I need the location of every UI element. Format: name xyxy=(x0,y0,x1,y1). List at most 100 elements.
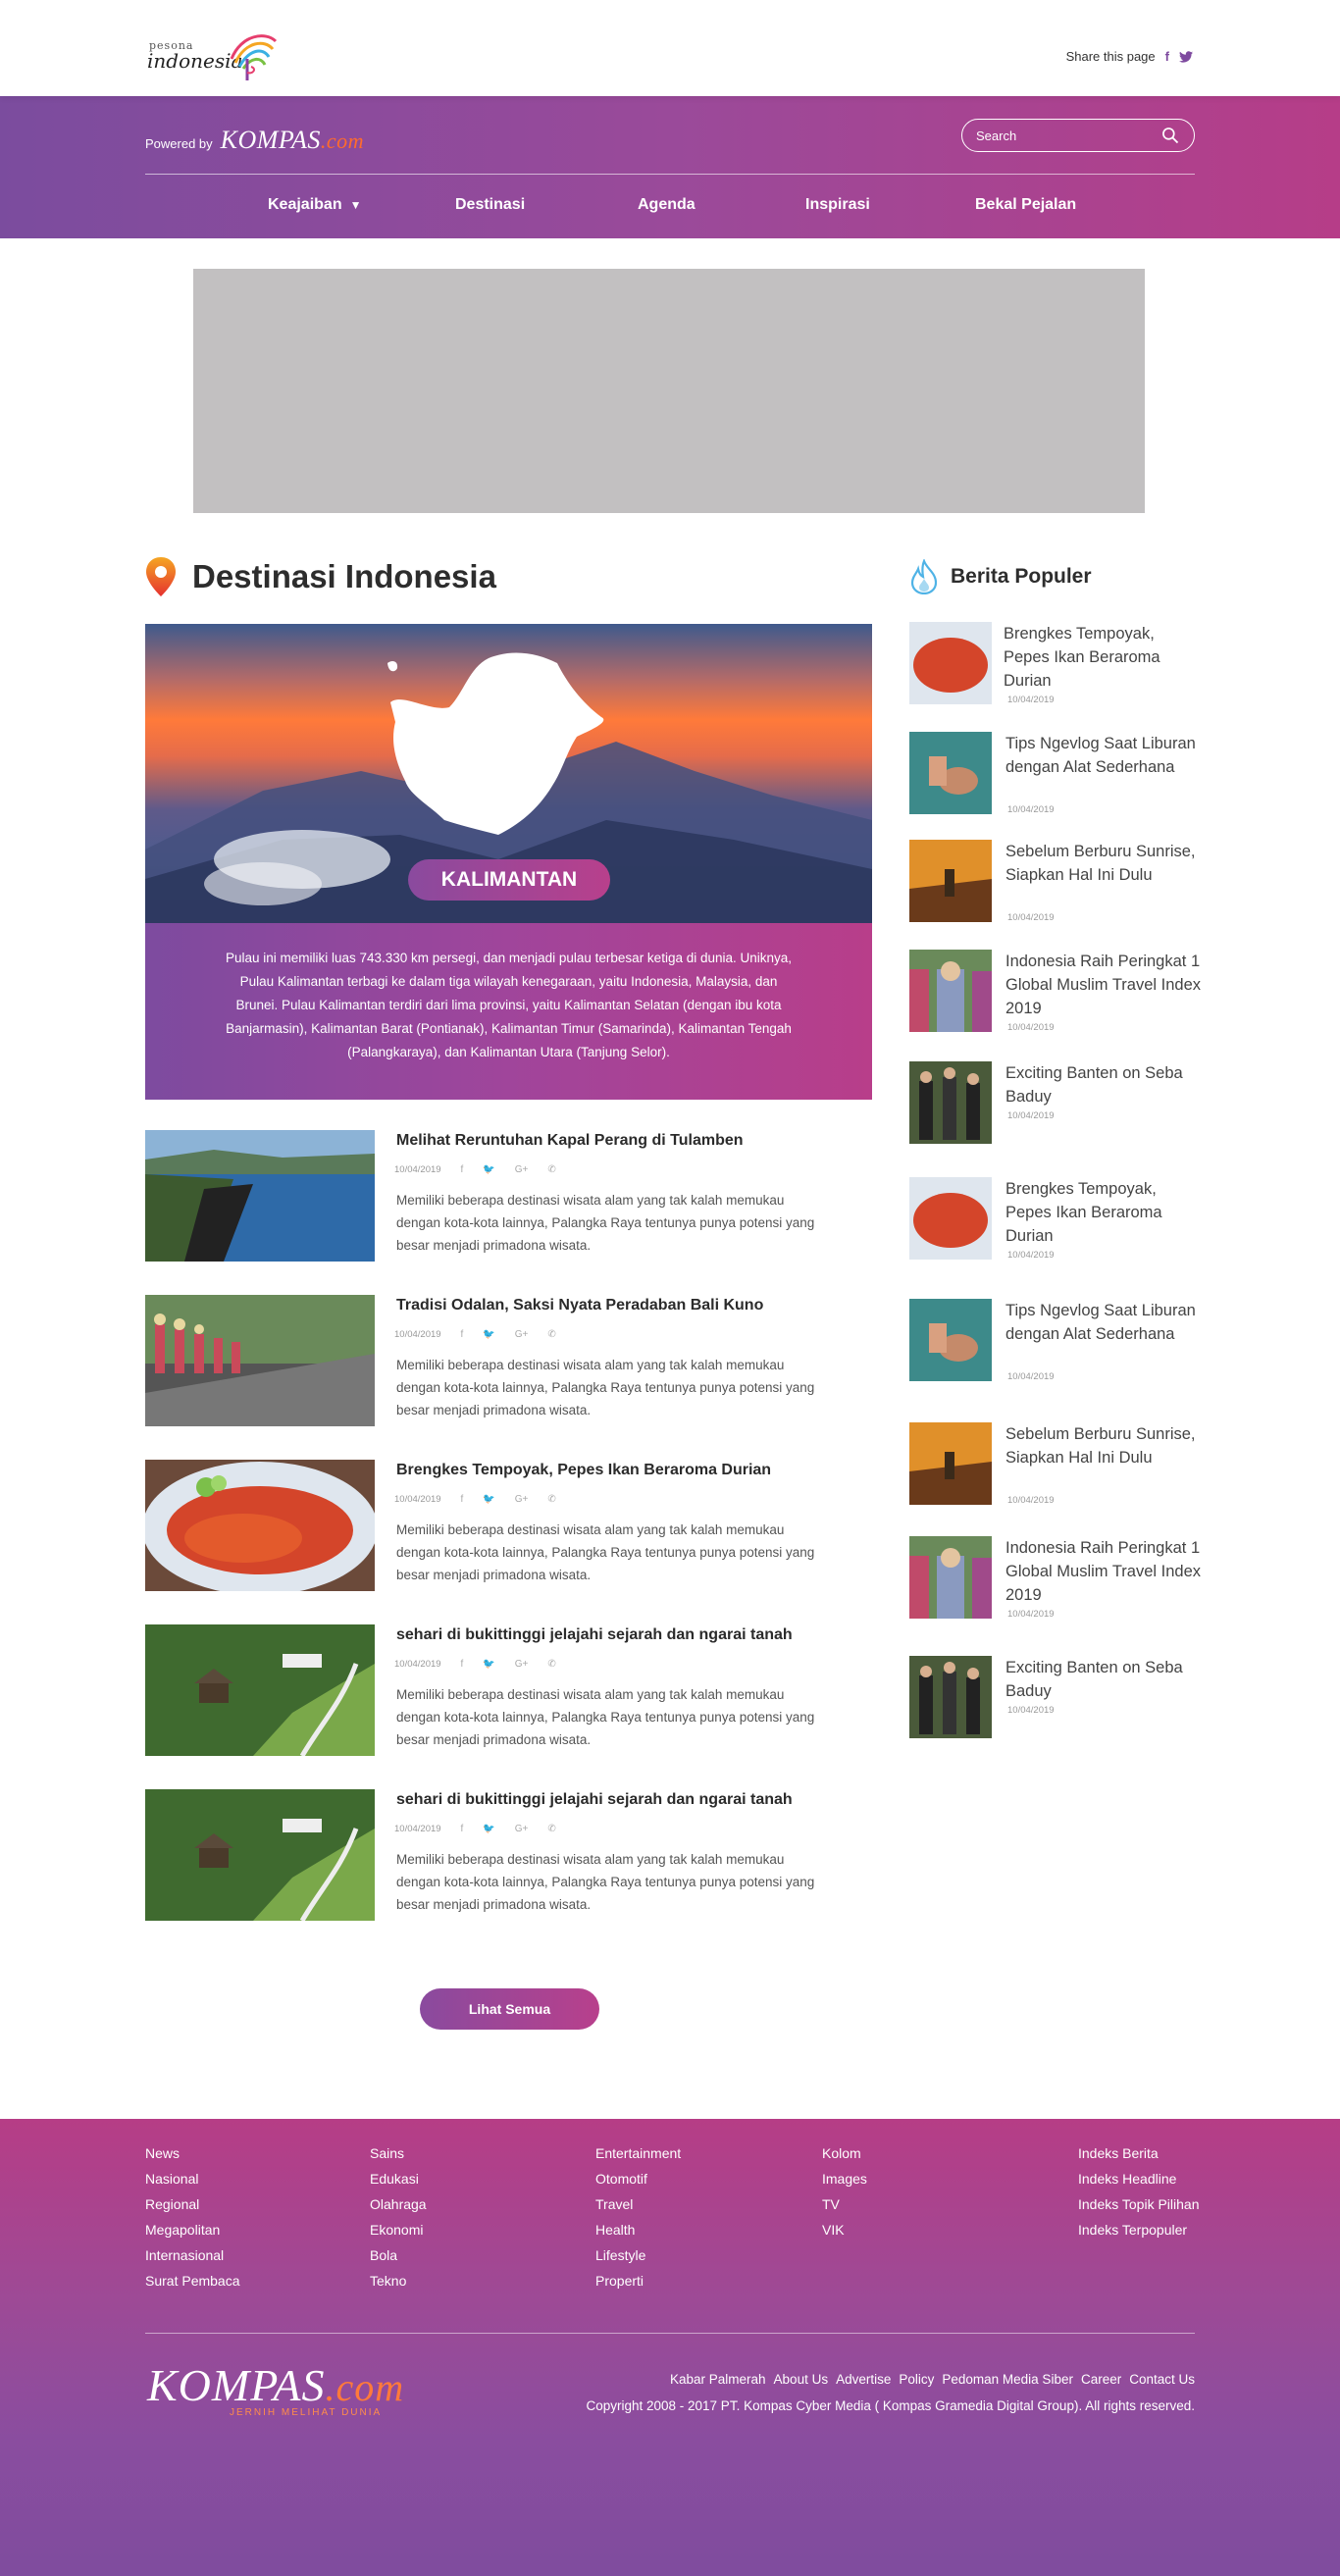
popular-item-title[interactable]: Exciting Banten on Seba Baduy xyxy=(1005,1061,1202,1108)
search-input[interactable] xyxy=(976,128,1160,143)
nav-destinasi[interactable]: Destinasi xyxy=(455,196,525,214)
ad-banner-placeholder[interactable] xyxy=(193,269,1145,513)
popular-thumbnail[interactable] xyxy=(909,1177,992,1260)
twitter-icon[interactable]: 🐦 xyxy=(483,1824,494,1834)
nav-keajaiban[interactable]: Keajaiban ▼ xyxy=(268,196,361,214)
article-thumbnail[interactable] xyxy=(145,1789,375,1921)
footer-link[interactable]: Health xyxy=(595,2217,681,2242)
footer-link[interactable]: Images xyxy=(822,2166,867,2191)
footer-link-kabar-palmerah[interactable]: Kabar Palmerah xyxy=(670,2372,766,2387)
popular-thumbnail[interactable] xyxy=(909,1299,992,1381)
twitter-icon[interactable]: 🐦 xyxy=(483,1494,494,1505)
nav-inspirasi[interactable]: Inspirasi xyxy=(805,196,870,214)
article-thumbnail[interactable] xyxy=(145,1460,375,1591)
facebook-icon[interactable]: f xyxy=(461,1824,464,1834)
twitter-icon[interactable]: 🐦 xyxy=(483,1164,494,1175)
popular-thumbnail[interactable] xyxy=(909,950,992,1032)
footer-link[interactable]: Surat Pembaca xyxy=(145,2268,240,2293)
article-thumbnail[interactable] xyxy=(145,1295,375,1426)
footer-link[interactable]: Regional xyxy=(145,2191,240,2217)
article-title[interactable]: Tradisi Odalan, Saksi Nyata Peradaban Ba… xyxy=(396,1297,763,1314)
footer-link[interactable]: Internasional xyxy=(145,2242,240,2268)
article-thumbnail[interactable] xyxy=(145,1624,375,1756)
google-plus-icon[interactable]: G+ xyxy=(515,1494,529,1505)
article-title[interactable]: sehari di bukittinggi jelajahi sejarah d… xyxy=(396,1791,793,1809)
footer-link-contact-us[interactable]: Contact Us xyxy=(1129,2372,1195,2387)
popular-item-title[interactable]: Sebelum Berburu Sunrise, Siapkan Hal Ini… xyxy=(1005,840,1202,887)
google-plus-icon[interactable]: G+ xyxy=(515,1329,529,1340)
footer-link[interactable]: Nasional xyxy=(145,2166,240,2191)
lihat-semua-button[interactable]: Lihat Semua xyxy=(420,1988,599,2030)
footer-link[interactable]: Otomotif xyxy=(595,2166,681,2191)
footer-link[interactable]: Bola xyxy=(370,2242,427,2268)
search-icon[interactable] xyxy=(1160,126,1180,145)
footer-link[interactable]: Kolom xyxy=(822,2140,867,2166)
footer-link[interactable]: TV xyxy=(822,2191,867,2217)
hero-kalimantan[interactable]: KALIMANTAN xyxy=(145,624,872,923)
popular-item-title[interactable]: Tips Ngevlog Saat Liburan dengan Alat Se… xyxy=(1005,732,1202,779)
article-title[interactable]: Melihat Reruntuhan Kapal Perang di Tulam… xyxy=(396,1132,744,1150)
google-plus-icon[interactable]: G+ xyxy=(515,1824,529,1834)
footer-link[interactable]: News xyxy=(145,2140,240,2166)
popular-item-title[interactable]: Tips Ngevlog Saat Liburan dengan Alat Se… xyxy=(1005,1299,1202,1346)
footer-link[interactable]: Edukasi xyxy=(370,2166,427,2191)
nav-agenda[interactable]: Agenda xyxy=(638,196,696,214)
popular-item-title[interactable]: Exciting Banten on Seba Baduy xyxy=(1005,1656,1202,1703)
pesona-indonesia-logo[interactable]: pesona indonesia xyxy=(145,27,283,86)
footer-link-policy[interactable]: Policy xyxy=(899,2372,934,2387)
facebook-icon[interactable]: f xyxy=(461,1329,464,1340)
whatsapp-icon[interactable]: ✆ xyxy=(547,1824,555,1834)
whatsapp-icon[interactable]: ✆ xyxy=(547,1659,555,1670)
popular-item-title[interactable]: Brengkes Tempoyak, Pepes Ikan Beraroma D… xyxy=(1004,622,1200,693)
article-thumbnail[interactable] xyxy=(145,1130,375,1262)
footer-link[interactable]: Travel xyxy=(595,2191,681,2217)
twitter-icon[interactable]: 🐦 xyxy=(483,1659,494,1670)
popular-thumbnail[interactable] xyxy=(909,1656,992,1738)
footer-link[interactable]: Indeks Headline xyxy=(1078,2166,1199,2191)
facebook-icon[interactable]: f xyxy=(461,1494,464,1505)
nav-bekal-pejalan[interactable]: Bekal Pejalan xyxy=(975,196,1076,214)
popular-thumbnail[interactable] xyxy=(909,1061,992,1144)
footer-link[interactable]: Entertainment xyxy=(595,2140,681,2166)
article-item[interactable]: Tradisi Odalan, Saksi Nyata Peradaban Ba… xyxy=(145,1295,872,1460)
footer-link[interactable]: VIK xyxy=(822,2217,867,2242)
popular-thumbnail[interactable] xyxy=(909,1422,992,1505)
powered-by-kompas[interactable]: Powered by KOMPAS.com xyxy=(145,126,364,155)
popular-thumbnail[interactable] xyxy=(909,622,992,704)
footer-link[interactable]: Sains xyxy=(370,2140,427,2166)
footer-link[interactable]: Properti xyxy=(595,2268,681,2293)
facebook-icon[interactable]: f xyxy=(461,1659,464,1670)
twitter-icon[interactable]: 🐦 xyxy=(483,1329,494,1340)
footer-link[interactable]: Indeks Topik Pilihan xyxy=(1078,2191,1199,2217)
popular-item-title[interactable]: Sebelum Berburu Sunrise, Siapkan Hal Ini… xyxy=(1005,1422,1202,1469)
footer-link-pedoman[interactable]: Pedoman Media Siber xyxy=(942,2372,1073,2387)
article-title[interactable]: sehari di bukittinggi jelajahi sejarah d… xyxy=(396,1626,793,1644)
facebook-icon[interactable]: f xyxy=(461,1164,464,1175)
popular-item-title[interactable]: Brengkes Tempoyak, Pepes Ikan Beraroma D… xyxy=(1005,1177,1202,1248)
whatsapp-icon[interactable]: ✆ xyxy=(547,1329,555,1340)
footer-link[interactable]: Olahraga xyxy=(370,2191,427,2217)
article-item[interactable]: Melihat Reruntuhan Kapal Perang di Tulam… xyxy=(145,1130,872,1295)
whatsapp-icon[interactable]: ✆ xyxy=(547,1164,555,1175)
popular-thumbnail[interactable] xyxy=(909,1536,992,1619)
article-item[interactable]: sehari di bukittinggi jelajahi sejarah d… xyxy=(145,1789,872,1954)
google-plus-icon[interactable]: G+ xyxy=(515,1164,529,1175)
popular-item-title[interactable]: Indonesia Raih Peringkat 1 Global Muslim… xyxy=(1005,1536,1202,1607)
whatsapp-icon[interactable]: ✆ xyxy=(547,1494,555,1505)
twitter-icon[interactable] xyxy=(1179,50,1193,63)
footer-link[interactable]: Lifestyle xyxy=(595,2242,681,2268)
footer-link-about-us[interactable]: About Us xyxy=(774,2372,829,2387)
footer-link-career[interactable]: Career xyxy=(1081,2372,1121,2387)
footer-kompas-logo[interactable]: KOMPAS.com JERNIH MELIHAT DUNIA xyxy=(147,2359,404,2418)
footer-link[interactable]: Indeks Terpopuler xyxy=(1078,2217,1199,2242)
facebook-icon[interactable]: f xyxy=(1165,49,1169,64)
hero-region-badge[interactable]: KALIMANTAN xyxy=(408,859,610,901)
footer-link[interactable]: Tekno xyxy=(370,2268,427,2293)
footer-link[interactable]: Megapolitan xyxy=(145,2217,240,2242)
article-title[interactable]: Brengkes Tempoyak, Pepes Ikan Beraroma D… xyxy=(396,1462,771,1479)
google-plus-icon[interactable]: G+ xyxy=(515,1659,529,1670)
footer-link-advertise[interactable]: Advertise xyxy=(836,2372,891,2387)
article-item[interactable]: Brengkes Tempoyak, Pepes Ikan Beraroma D… xyxy=(145,1460,872,1624)
popular-thumbnail[interactable] xyxy=(909,840,992,922)
footer-link[interactable]: Ekonomi xyxy=(370,2217,427,2242)
